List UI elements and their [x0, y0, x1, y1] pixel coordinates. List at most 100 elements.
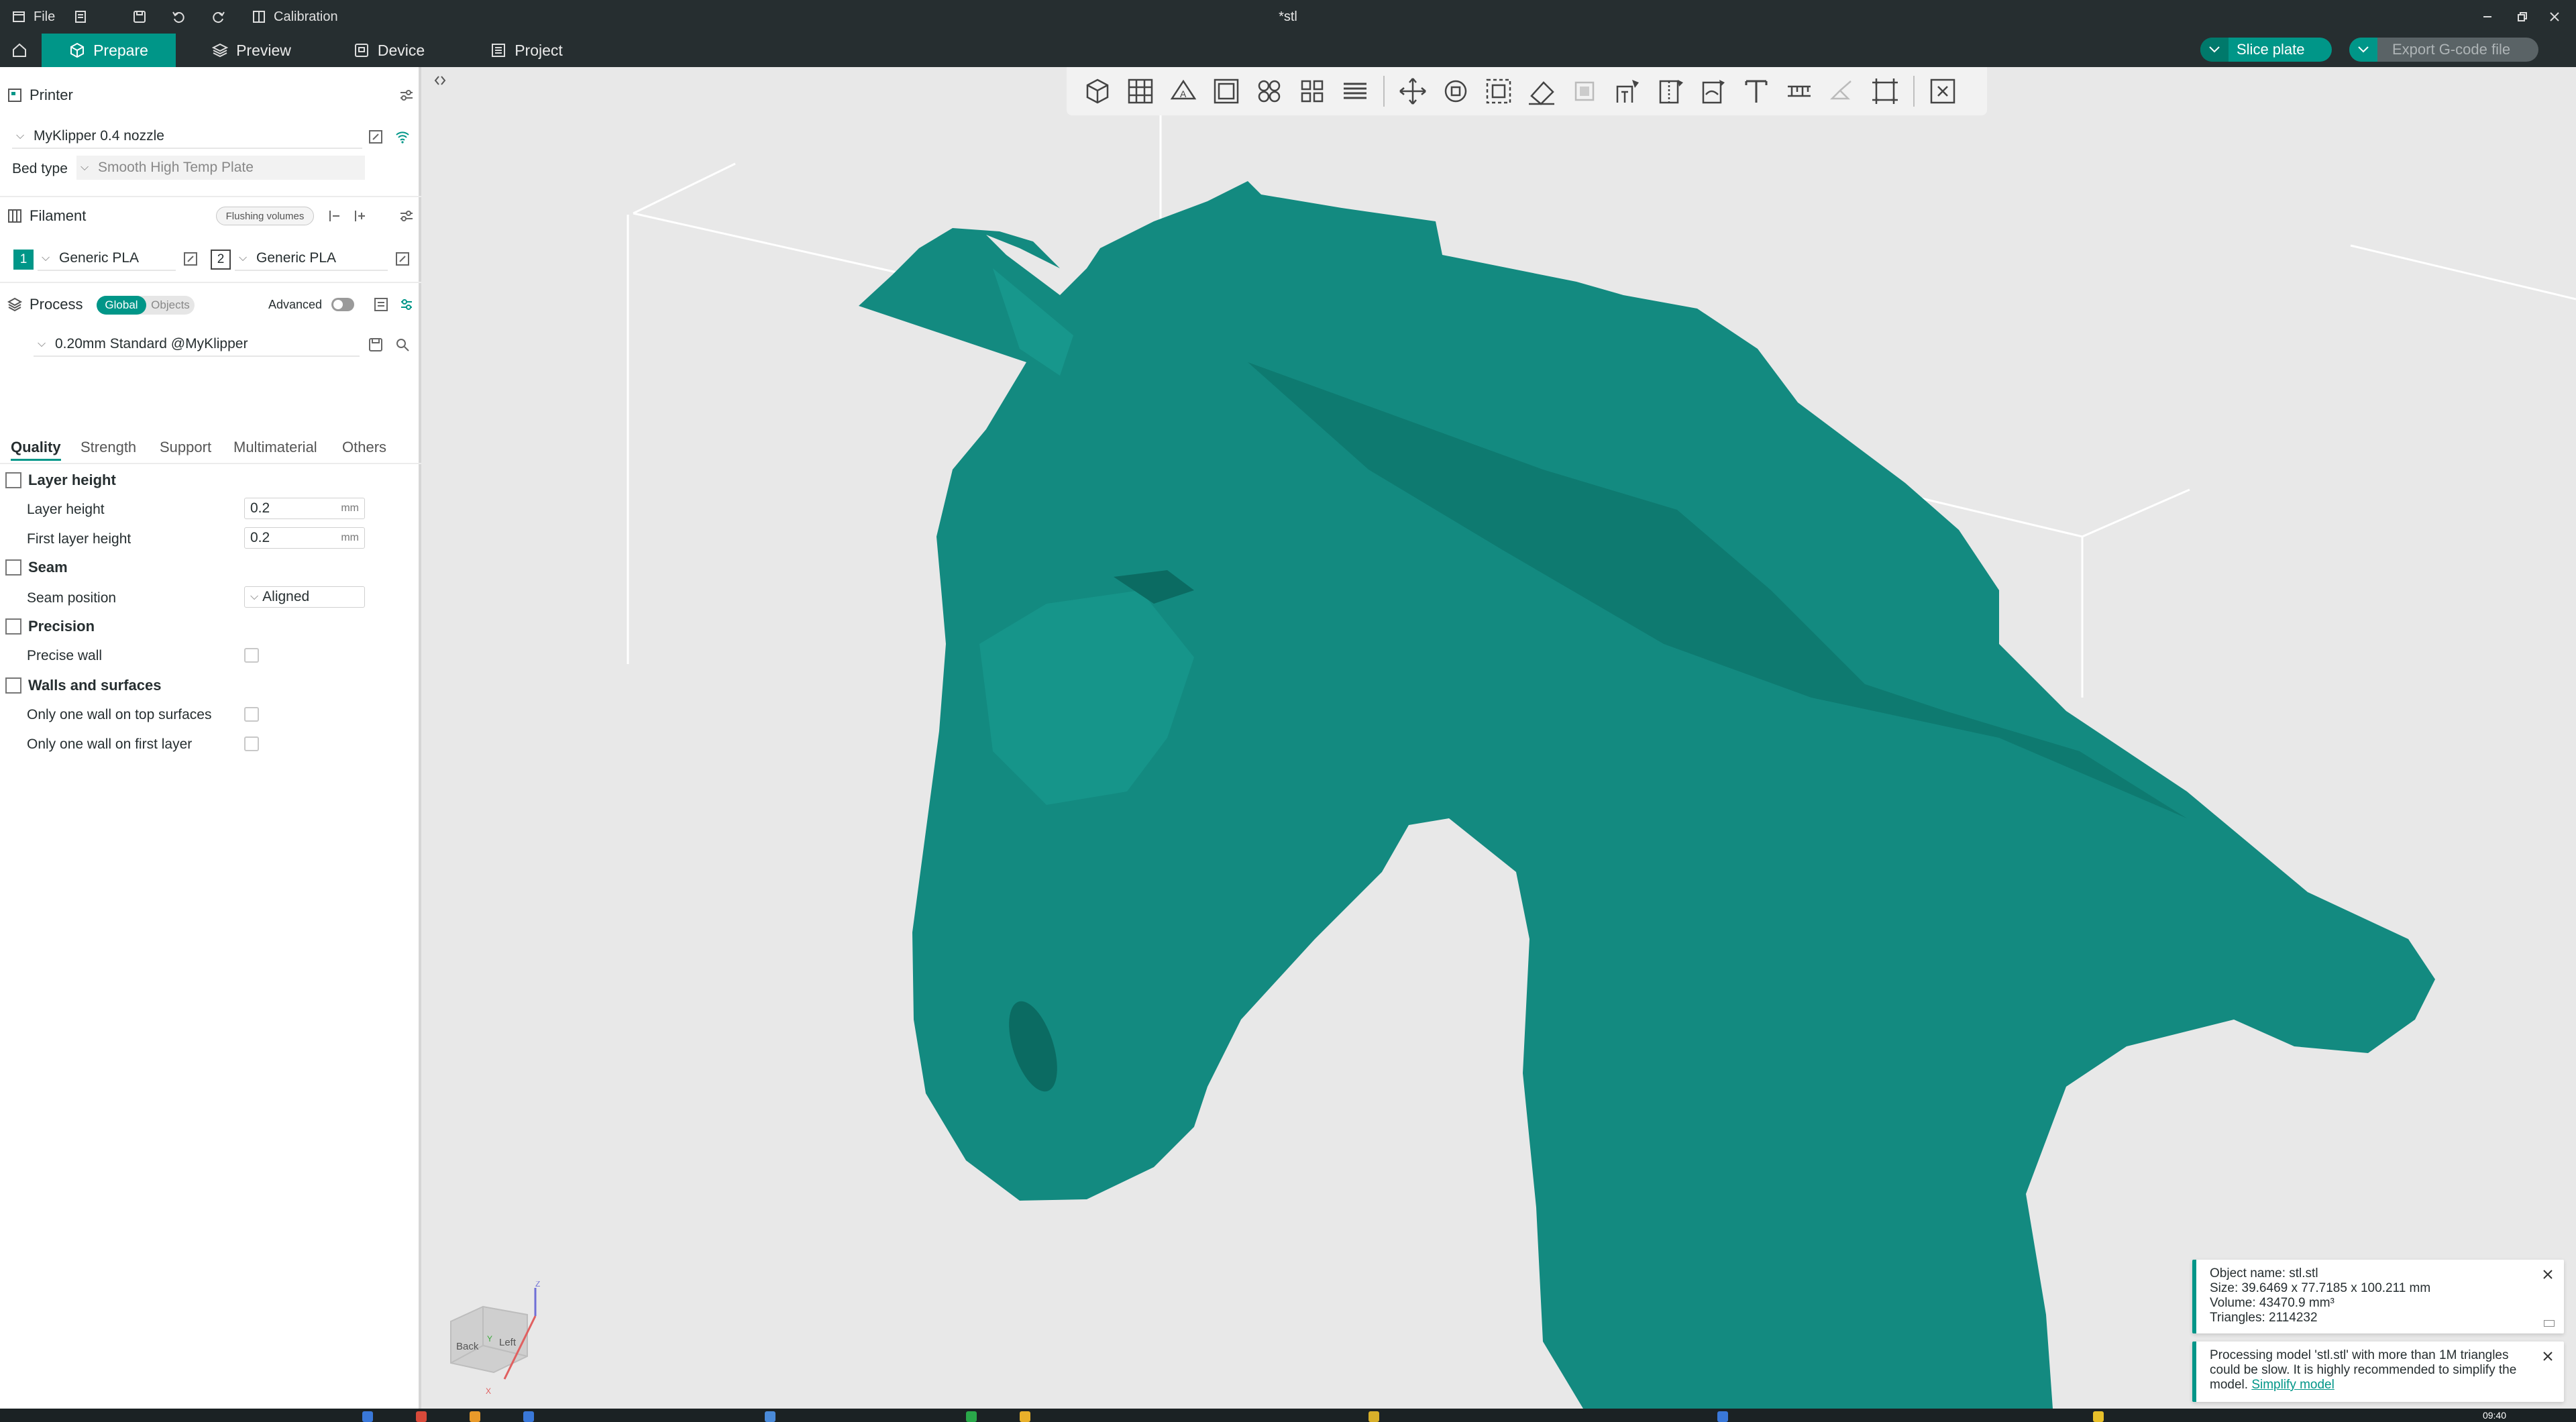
boolean-tool-button[interactable] [1864, 70, 1907, 113]
taskbar-app-icon[interactable] [2093, 1411, 2104, 1422]
save-profile-button[interactable] [365, 334, 386, 356]
taskbar-app-icon[interactable] [523, 1411, 534, 1422]
lay-on-face-button[interactable] [1520, 70, 1563, 113]
notes-button[interactable] [71, 0, 90, 34]
edit-filament-2-button[interactable] [392, 248, 413, 270]
tab-strength[interactable]: Strength [80, 439, 136, 456]
tab-multimaterial[interactable]: Multimaterial [233, 439, 317, 456]
move-tool-button[interactable] [1391, 70, 1434, 113]
tab-others[interactable]: Others [342, 439, 386, 456]
explode-view-button[interactable] [1921, 70, 1964, 113]
svg-text:A: A [1180, 89, 1187, 99]
filament-slot-1-badge[interactable]: 1 [13, 250, 34, 270]
remove-filament-button[interactable] [323, 205, 345, 227]
z-axis-label: Z [535, 1281, 540, 1289]
tab-quality[interactable]: Quality [11, 439, 61, 461]
chevron-down-icon: ⌵ [16, 130, 25, 142]
slice-dropdown-icon[interactable] [2200, 38, 2229, 62]
taskbar-app-icon[interactable] [1717, 1411, 1728, 1422]
advanced-switch[interactable] [331, 298, 354, 311]
process-profile-name: 0.20mm Standard @MyKlipper [55, 336, 248, 351]
taskbar-app-icon[interactable] [966, 1411, 977, 1422]
collapse-sidebar-button[interactable] [429, 70, 451, 91]
filament-slot-2-badge[interactable]: 2 [211, 250, 231, 270]
flushing-volumes-button[interactable]: Flushing volumes [216, 207, 314, 225]
calibration-menu[interactable]: Calibration [250, 0, 338, 34]
tab-support[interactable]: Support [160, 439, 211, 456]
measure-tool-button[interactable] [1778, 70, 1821, 113]
bed-type-select[interactable]: ⌵ Smooth High Temp Plate [76, 156, 365, 180]
global-objects-toggle[interactable]: Global Objects [97, 296, 195, 315]
taskbar-app-icon[interactable] [362, 1411, 373, 1422]
add-object-button[interactable] [1076, 70, 1119, 113]
simplify-model-link[interactable]: Simplify model [2251, 1378, 2334, 1392]
taskbar-app-icon[interactable] [765, 1411, 775, 1422]
save-button[interactable] [130, 0, 149, 34]
add-filament-button[interactable] [349, 205, 370, 227]
tab-project[interactable]: Project [470, 34, 584, 67]
cube-left-label: Left [499, 1337, 517, 1348]
tab-prepare[interactable]: Prepare [42, 34, 176, 67]
assembly-tool-button[interactable] [1821, 70, 1864, 113]
add-filament-icon [355, 211, 365, 221]
auto-orient-button[interactable]: A [1162, 70, 1205, 113]
variable-layer-button[interactable] [1334, 70, 1377, 113]
filament-slot-2-select[interactable]: ⌵ Generic PLA [235, 247, 388, 271]
measure-icon [1788, 85, 1811, 97]
first-layer-height-unit: mm [341, 532, 359, 543]
split-objects-button[interactable] [1248, 70, 1291, 113]
process-settings-button[interactable] [396, 294, 417, 315]
one-wall-top-checkbox[interactable] [244, 707, 259, 722]
edit-filament-1-button[interactable] [180, 248, 201, 270]
model-canvas[interactable] [424, 67, 2576, 1409]
search-settings-button[interactable] [392, 334, 413, 356]
minimize-panel-icon[interactable] [2544, 1320, 2555, 1327]
close-window-button[interactable] [2533, 0, 2576, 34]
tab-preview[interactable]: Preview [195, 34, 309, 67]
redo-button[interactable] [209, 0, 228, 34]
tab-device[interactable]: Device [339, 34, 439, 67]
close-warning-button[interactable] [2540, 1348, 2556, 1364]
printer-select[interactable]: ⌵ MyKlipper 0.4 nozzle [12, 125, 362, 149]
seam-paint-button[interactable] [1649, 70, 1692, 113]
printer-connect-button[interactable] [392, 126, 413, 148]
text-tool-button[interactable] [1735, 70, 1778, 113]
auto-arrange-button[interactable] [1205, 70, 1248, 113]
slice-plate-button[interactable]: Slice plate [2200, 38, 2332, 62]
bounding-box-icon [1872, 78, 1898, 104]
global-toggle-option[interactable]: Global [97, 296, 146, 315]
edit-printer-button[interactable] [365, 126, 386, 148]
precise-wall-checkbox[interactable] [244, 648, 259, 663]
layer-height-input[interactable]: 0.2 mm [244, 498, 365, 519]
support-paint-button[interactable] [1606, 70, 1649, 113]
scale-icon [1486, 78, 1511, 104]
export-dropdown-icon[interactable] [2349, 38, 2377, 62]
cut-tool-button[interactable] [1563, 70, 1606, 113]
taskbar-app-icon[interactable] [1368, 1411, 1379, 1422]
first-layer-height-input[interactable]: 0.2 mm [244, 527, 365, 549]
file-menu[interactable]: File [9, 0, 55, 34]
split-parts-button[interactable] [1291, 70, 1334, 113]
add-plate-button[interactable] [1119, 70, 1162, 113]
export-gcode-button[interactable]: Export G-code file [2349, 38, 2538, 62]
taskbar-app-icon[interactable] [416, 1411, 427, 1422]
rotate-tool-button[interactable] [1434, 70, 1477, 113]
one-wall-first-checkbox[interactable] [244, 736, 259, 751]
close-info-button[interactable] [2540, 1266, 2556, 1282]
objects-toggle-option[interactable]: Objects [146, 296, 195, 315]
seam-position-select[interactable]: ⌵ Aligned [244, 586, 365, 608]
mmu-paint-button[interactable] [1692, 70, 1735, 113]
filament-settings-button[interactable] [396, 205, 417, 227]
process-compare-button[interactable] [370, 294, 392, 315]
filament-slot-1-select[interactable]: ⌵ Generic PLA [38, 247, 176, 271]
taskbar-app-icon[interactable] [470, 1411, 480, 1422]
taskbar-app-icon[interactable] [1020, 1411, 1030, 1422]
layer-height-value: 0.2 [250, 500, 270, 516]
scale-tool-button[interactable] [1477, 70, 1520, 113]
navigation-cube[interactable]: Back Left Z Y X [443, 1281, 543, 1395]
printer-settings-button[interactable] [396, 85, 417, 106]
viewport-toolbar: A [1067, 67, 1987, 115]
process-profile-select[interactable]: ⌵ 0.20mm Standard @MyKlipper [34, 333, 360, 357]
undo-button[interactable] [169, 0, 188, 34]
home-button[interactable] [0, 34, 39, 67]
